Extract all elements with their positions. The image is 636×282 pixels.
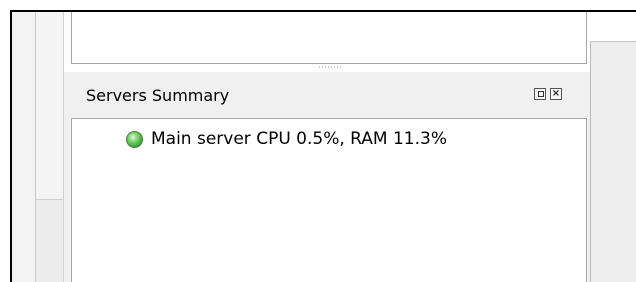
scrollbar-thumb[interactable] <box>36 12 64 200</box>
left-toolbar-strip <box>12 12 36 282</box>
green-status-light-icon <box>126 130 143 148</box>
right-side-panel <box>590 12 636 282</box>
right-side-panel-header <box>590 12 636 42</box>
upper-panel <box>71 12 587 64</box>
application-window: Servers Summary × Main server CPU 0.5%, … <box>0 0 636 282</box>
server-row[interactable]: Main server CPU 0.5%, RAM 11.3% <box>126 129 447 149</box>
dock-title: Servers Summary <box>86 86 230 105</box>
servers-tree[interactable]: Main server CPU 0.5%, RAM 11.3% <box>71 118 587 282</box>
close-x-icon[interactable]: × <box>550 88 562 100</box>
server-label: Main server CPU 0.5%, RAM 11.3% <box>151 129 447 149</box>
close-button-glyph: × <box>551 88 561 99</box>
splitter-handle[interactable] <box>318 66 342 68</box>
float-button-glyph <box>538 91 544 97</box>
restore-window-icon[interactable] <box>534 88 546 100</box>
